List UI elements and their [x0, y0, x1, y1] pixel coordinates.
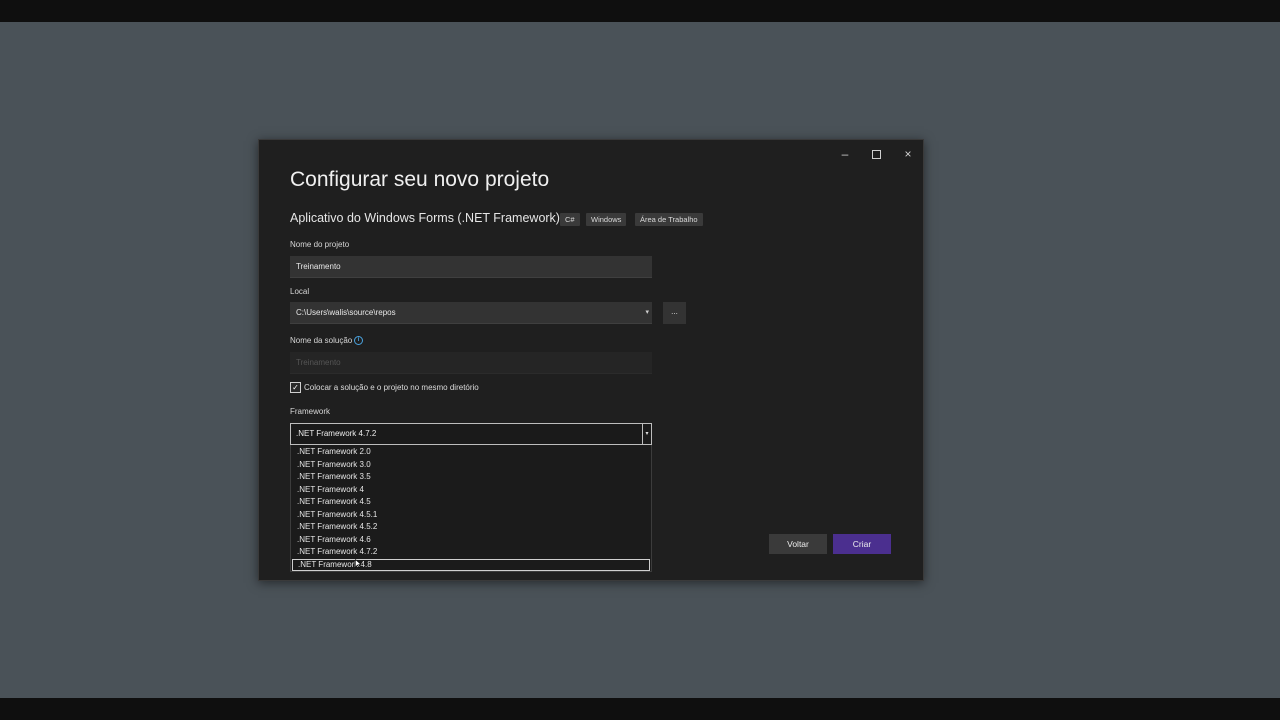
template-name: Aplicativo do Windows Forms (.NET Framew…: [290, 211, 560, 225]
letterbox-top: [0, 0, 1280, 22]
solution-name-label: Nome da solução: [290, 336, 353, 345]
minimize-icon: –: [841, 147, 849, 161]
framework-option[interactable]: .NET Framework 4.5: [292, 496, 650, 509]
chevron-down-icon[interactable]: ▾: [642, 424, 651, 444]
framework-option[interactable]: .NET Framework 4.5.1: [292, 509, 650, 522]
framework-option[interactable]: .NET Framework 3.0: [292, 459, 650, 472]
maximize-icon: [871, 150, 881, 160]
location-combobox[interactable]: C:\Users\walis\source\repos ▾: [290, 302, 652, 324]
close-icon: ×: [904, 147, 912, 161]
maximize-button[interactable]: [864, 144, 888, 164]
tag-language: C#: [560, 213, 580, 226]
chevron-down-icon[interactable]: ▾: [645, 302, 649, 324]
same-directory-label[interactable]: Colocar a solução e o projeto no mesmo d…: [304, 383, 479, 392]
framework-option[interactable]: .NET Framework 4.5.2: [292, 521, 650, 534]
location-value: C:\Users\walis\source\repos: [296, 308, 396, 317]
project-name-input[interactable]: Treinamento: [290, 256, 652, 278]
minimize-button[interactable]: –: [833, 144, 857, 164]
framework-option[interactable]: .NET Framework 2.0: [292, 446, 650, 459]
framework-option-highlighted[interactable]: .NET Framework 4.8: [292, 558, 650, 571]
back-button[interactable]: Voltar: [769, 534, 827, 554]
configure-project-dialog: – × Configurar seu novo projeto Aplicati…: [258, 139, 924, 581]
page-title: Configurar seu novo projeto: [290, 168, 550, 191]
mouse-cursor-icon: [355, 559, 362, 568]
framework-label: Framework: [290, 407, 331, 416]
browse-button[interactable]: ...: [663, 302, 686, 324]
framework-option[interactable]: .NET Framework 4.7.2: [292, 546, 650, 559]
framework-option[interactable]: .NET Framework 4: [292, 484, 650, 497]
location-label: Local: [290, 287, 310, 296]
framework-dropdown-list: .NET Framework 2.0 .NET Framework 3.0 .N…: [290, 445, 652, 572]
info-icon[interactable]: i: [354, 336, 363, 345]
framework-option[interactable]: .NET Framework 3.5: [292, 471, 650, 484]
project-name-label: Nome do projeto: [290, 240, 350, 249]
close-button[interactable]: ×: [896, 144, 920, 164]
tag-project-type: Área de Trabalho: [635, 213, 703, 226]
framework-select[interactable]: .NET Framework 4.7.2 ▾: [290, 423, 652, 445]
create-button[interactable]: Criar: [833, 534, 891, 554]
framework-option[interactable]: .NET Framework 4.6: [292, 534, 650, 547]
same-directory-checkbox[interactable]: ✓: [290, 382, 301, 393]
letterbox-bottom: [0, 698, 1280, 720]
solution-name-input[interactable]: Treinamento: [290, 352, 652, 374]
checkmark-icon: ✓: [292, 383, 299, 392]
framework-selected-value: .NET Framework 4.7.2: [296, 429, 377, 438]
tag-platform: Windows: [586, 213, 627, 226]
